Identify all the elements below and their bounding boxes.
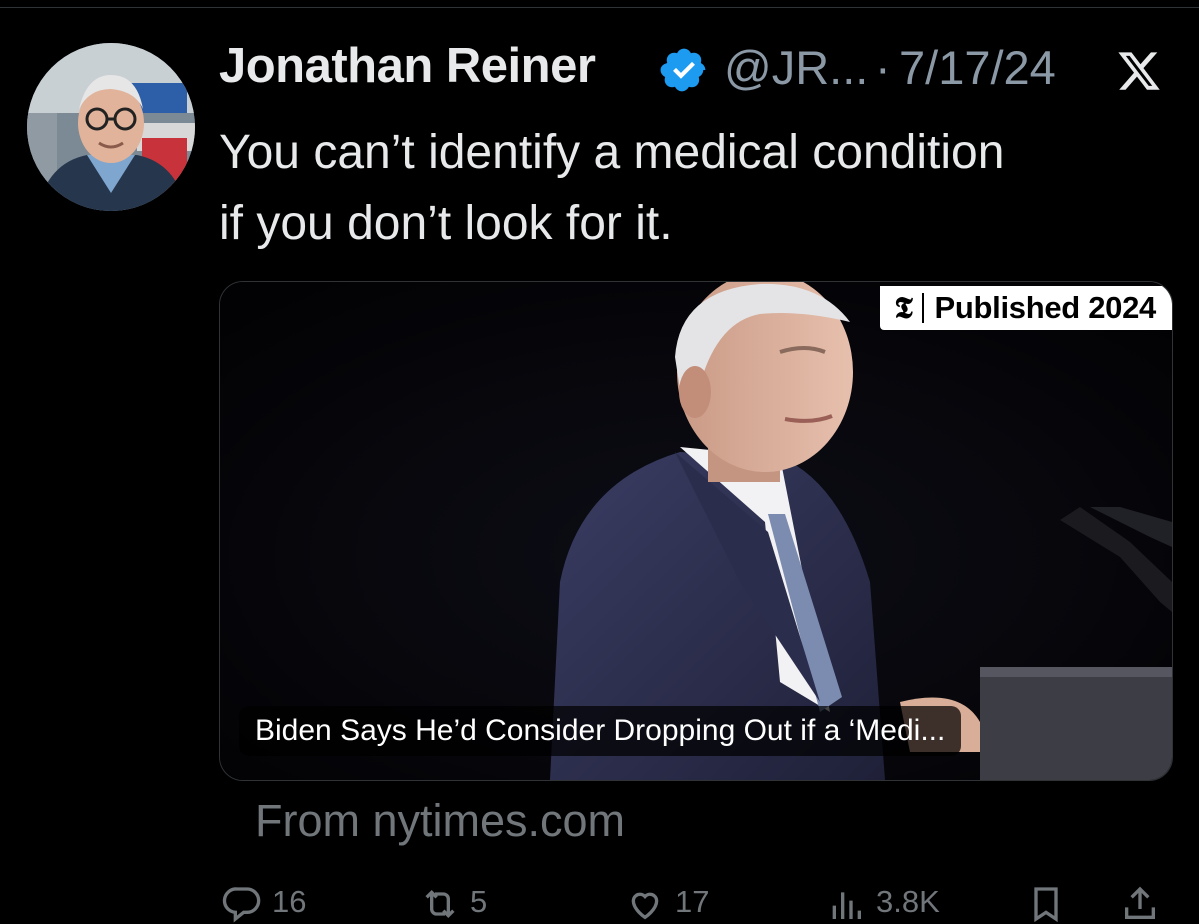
bookmark-button[interactable] — [1026, 884, 1066, 924]
reply-icon — [222, 887, 261, 923]
reply-count: 16 — [272, 884, 307, 919]
header-separator: · — [875, 41, 891, 94]
tweet-header: Jonathan Reiner @JR... · 7/17/24 — [219, 36, 1179, 100]
link-card[interactable]: 𝕿 Published 2024 Biden Says He’d Conside… — [219, 281, 1173, 781]
author-name[interactable]: Jonathan Reiner — [219, 38, 596, 94]
badge-divider — [922, 293, 925, 323]
repost-button[interactable]: 5 — [420, 884, 487, 924]
verified-badge-icon — [660, 48, 706, 92]
card-source[interactable]: From nytimes.com — [255, 795, 625, 847]
share-icon — [1125, 886, 1155, 919]
x-logo-icon — [1118, 52, 1160, 90]
nyt-t-icon: 𝕿 — [894, 290, 913, 326]
views-button[interactable]: 3.8K — [826, 884, 940, 924]
card-headline: Biden Says He’d Consider Dropping Out if… — [239, 706, 962, 756]
author-avatar[interactable] — [27, 43, 195, 211]
tweet-text: You can’t identify a medical condition i… — [219, 126, 1005, 250]
tweet-date[interactable]: 7/17/24 — [899, 40, 1056, 95]
bookmark-icon — [1034, 887, 1058, 923]
author-handle[interactable]: @JR... — [724, 40, 868, 95]
view-count: 3.8K — [876, 884, 940, 919]
like-button[interactable]: 17 — [625, 884, 709, 924]
like-count: 17 — [675, 884, 710, 919]
reply-button[interactable]: 16 — [222, 884, 306, 924]
tweet-actions: 16 5 17 3.8K — [0, 880, 1199, 923]
repost-icon — [425, 889, 455, 919]
views-icon — [832, 892, 861, 919]
share-button[interactable] — [1120, 884, 1160, 924]
published-label: Published 2024 — [934, 290, 1156, 325]
repost-count: 5 — [470, 884, 488, 919]
like-icon — [631, 892, 659, 920]
published-badge: 𝕿 Published 2024 — [880, 286, 1172, 330]
top-divider — [0, 7, 1199, 8]
